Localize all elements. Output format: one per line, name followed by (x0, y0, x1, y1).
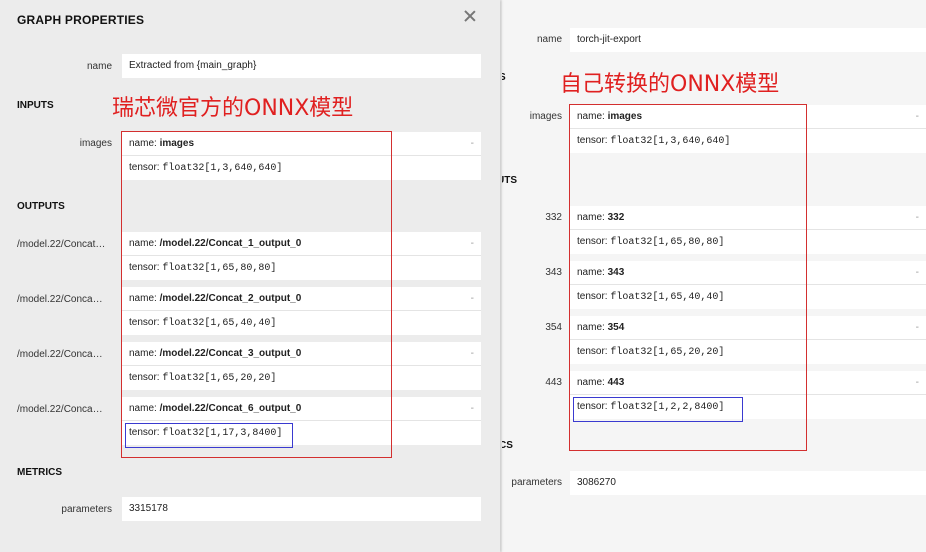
output-box[interactable]: name: /model.22/Concat_1_output_0- tenso… (122, 232, 481, 280)
output-label: 332 (545, 212, 562, 223)
output-name-line: name: 443- (570, 371, 926, 395)
input-tensor-line: tensor: float32[1,3,640,640] (577, 135, 731, 147)
output-tensor-line: tensor: float32[1,65,40,40] (129, 317, 277, 329)
input-label-images: images (79, 138, 112, 149)
parameters-field[interactable]: 3315178 (122, 497, 481, 521)
close-icon[interactable] (462, 8, 478, 24)
output-tensor-line: tensor: float32[1,2,2,8400] (577, 401, 725, 413)
output-name-line: name: /model.22/Concat_3_output_0- (122, 342, 481, 366)
parameters-field[interactable]: 3086270 (570, 471, 926, 495)
output-tensor-line: tensor: float32[1,65,20,20] (129, 372, 277, 384)
input-name-line: name: images - (570, 105, 926, 129)
input-box-images[interactable]: name: images - tensor: float32[1,3,640,64… (570, 105, 926, 153)
output-tensor-line: tensor: float32[1,65,80,80] (129, 262, 277, 274)
annotation-official-model: 瑞芯微官方的ONNX模型 (112, 96, 354, 121)
output-name-line: name: 354- (570, 316, 926, 340)
output-tensor-line: tensor: float32[1,17,3,8400] (129, 427, 283, 439)
output-label: 343 (545, 267, 562, 278)
annotation-self-converted-model: 自己转换的ONNX模型 (560, 72, 780, 97)
output-label: /model.22/Conca… (17, 294, 103, 305)
output-label: 443 (545, 377, 562, 388)
output-name-line: name: /model.22/Concat_2_output_0- (122, 287, 481, 311)
parameters-label: parameters (61, 504, 112, 515)
name-label: name (536, 34, 562, 45)
name-label: name (86, 61, 112, 72)
parameters-label: parameters (511, 477, 562, 488)
output-name-line: name: 332- (570, 206, 926, 230)
output-label: 354 (545, 322, 562, 333)
output-label: /model.22/Concat… (17, 239, 106, 250)
output-box[interactable]: name: 443- tensor: float32[1,2,2,8400] (570, 371, 926, 419)
input-name-value: images (159, 138, 195, 149)
output-label: /model.22/Conca… (17, 349, 103, 360)
input-tensor-line: tensor: float32[1,3,640,640] (129, 162, 283, 174)
graph-name-field[interactable]: torch-jit-export (570, 28, 926, 52)
output-tensor-line: tensor: float32[1,65,80,80] (577, 236, 725, 248)
input-box-images[interactable]: name: images - tensor: float32[1,3,640,6… (122, 132, 481, 180)
panel-title: GRAPH PROPERTIES (17, 13, 145, 27)
graph-name-field[interactable]: Extracted from {main_graph} (122, 54, 481, 78)
output-tensor-line: tensor: float32[1,65,20,20] (577, 346, 725, 358)
output-box[interactable]: name: 354- tensor: float32[1,65,20,20] (570, 316, 926, 364)
output-box[interactable]: name: /model.22/Concat_3_output_0- tenso… (122, 342, 481, 390)
metrics-header-partial: CS (502, 440, 513, 451)
input-tensor-value: float32[1,3,640,640] (162, 163, 283, 174)
graph-properties-panel: GRAPH PROPERTIES name Extracted from {ma… (0, 0, 500, 552)
graph-properties-panel-right: name torch-jit-export S images name: ima… (502, 0, 926, 552)
input-name-line: name: images - (122, 132, 481, 156)
outputs-header: OUTPUTS (17, 201, 65, 212)
metrics-header: METRICS (17, 467, 62, 478)
output-name-line: name: 343- (570, 261, 926, 285)
input-label-images: images (529, 111, 562, 122)
output-box[interactable]: name: /model.22/Concat_6_output_0- tenso… (122, 397, 481, 445)
output-box[interactable]: name: 332- tensor: float32[1,65,80,80] (570, 206, 926, 254)
output-name-line: name: /model.22/Concat_6_output_0- (122, 397, 481, 421)
output-tensor-line: tensor: float32[1,65,40,40] (577, 291, 725, 303)
output-name-line: name: /model.22/Concat_1_output_0- (122, 232, 481, 256)
output-box[interactable]: name: 343- tensor: float32[1,65,40,40] (570, 261, 926, 309)
output-label: /model.22/Conca… (17, 404, 103, 415)
outputs-header-partial: UTS (502, 175, 517, 186)
inputs-header: INPUTS (17, 100, 54, 111)
inputs-header-partial: S (502, 72, 506, 83)
output-box[interactable]: name: /model.22/Concat_2_output_0- tenso… (122, 287, 481, 335)
